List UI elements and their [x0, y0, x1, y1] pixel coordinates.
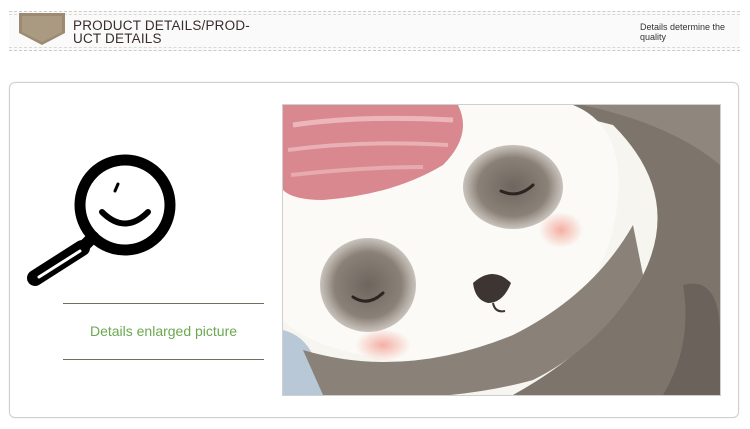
caption-text: Details enlarged picture	[89, 323, 238, 339]
magnifier-icon	[27, 154, 176, 286]
title-line-2: UCT DETAILS	[73, 31, 162, 46]
caption-divider-top	[63, 303, 264, 304]
header-subtitle: Details determine the quality	[640, 22, 726, 42]
page-title: PRODUCT DETAILS/PROD- UCT DETAILS	[73, 19, 293, 46]
pennant-tag-icon	[19, 13, 65, 45]
caption-divider-bottom	[63, 359, 264, 360]
product-detail-image	[282, 104, 721, 396]
